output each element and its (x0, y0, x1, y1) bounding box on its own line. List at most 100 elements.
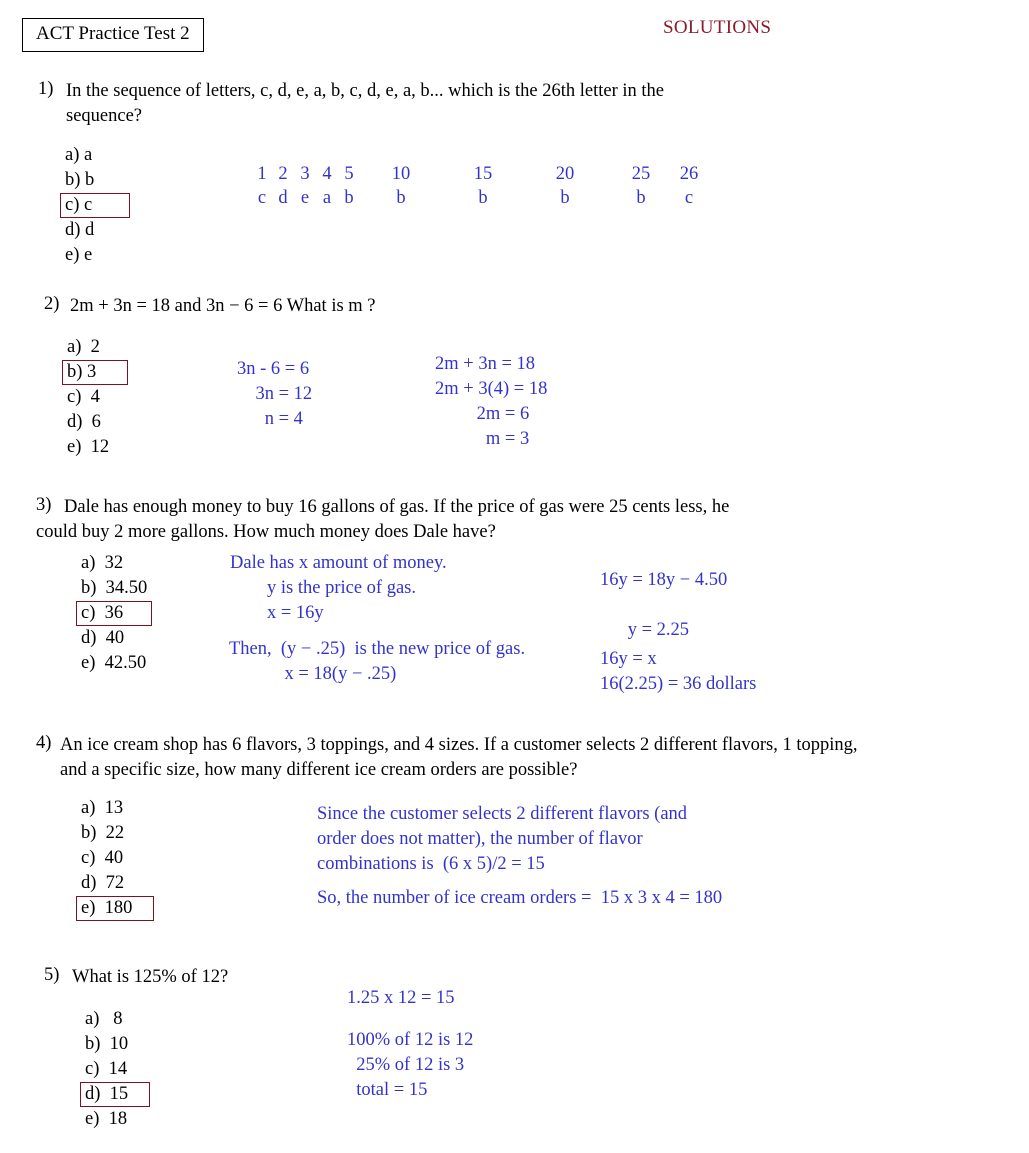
choice-4b-value: 22 (105, 823, 125, 843)
question-3-work-right-bottom: 16y = x 16(2.25) = 36 dollars (600, 649, 757, 694)
choice-3c-value: 36 (104, 603, 124, 623)
choice-4a-label: a) (81, 798, 96, 818)
choice-4e-selected[interactable]: e) 180 (76, 896, 154, 921)
question-1-work-grid: 1 2 3 4 5 10 15 20 25 26 cdeabbbbbc (252, 162, 702, 211)
choice-2a[interactable]: a) 2 (62, 335, 128, 360)
choice-4a-value: 13 (104, 798, 124, 818)
seq-pos-10: 10 (391, 164, 411, 184)
choice-2c[interactable]: c) 4 (62, 385, 128, 410)
question-3-text-line1: Dale has enough money to buy 16 gallons … (64, 497, 730, 517)
question-1-text-line1: In the sequence of letters, c, d, e, a, … (66, 81, 664, 101)
work-grid-letters-row: cdeabbbbbc (252, 186, 702, 210)
choice-3a[interactable]: a) 32 (76, 551, 152, 576)
choice-3e[interactable]: e) 42.50 (76, 651, 152, 676)
seq-pos-2: 2 (278, 164, 288, 184)
seq-pos-4: 4 (322, 164, 332, 184)
choice-4c-value: 40 (104, 848, 124, 868)
choice-2c-label: c) (67, 387, 82, 407)
choice-1a-label: a) (65, 145, 80, 165)
choice-1c-selected[interactable]: c) c (60, 193, 130, 218)
choice-1b[interactable]: b) b (60, 168, 130, 193)
choice-2e[interactable]: e) 12 (62, 435, 128, 460)
choice-5e[interactable]: e) 18 (80, 1107, 150, 1132)
choice-2b-selected[interactable]: b) 3 (62, 360, 128, 385)
seq-letter-15: b (478, 188, 488, 209)
choice-2c-value: 4 (90, 387, 100, 407)
seq-letter-3: e (300, 188, 310, 209)
choice-4a[interactable]: a) 13 (76, 796, 154, 821)
question-5-work-top: 1.25 x 12 = 15 (347, 988, 455, 1008)
choice-5a-value: 8 (113, 1009, 123, 1029)
choice-1d[interactable]: d) d (60, 218, 130, 243)
choice-4d[interactable]: d) 72 (76, 871, 154, 896)
question-4-text-line2: and a specific size, how many different … (60, 759, 578, 780)
question-3-text: Dale has enough money to buy 16 gallons … (36, 495, 826, 545)
choice-5c[interactable]: c) 14 (80, 1057, 150, 1082)
choice-1b-value: b (85, 170, 95, 190)
choice-2d-label: d) (67, 412, 83, 432)
seq-letter-25: b (636, 188, 646, 209)
choice-4c-label: c) (81, 848, 96, 868)
choice-5d-value: 15 (109, 1084, 129, 1104)
question-4-text: An ice cream shop has 6 flavors, 3 toppi… (60, 733, 1020, 783)
choice-1a-value: a (84, 145, 93, 165)
question-1-text: In the sequence of letters, c, d, e, a, … (66, 79, 766, 129)
seq-letter-1: c (257, 188, 267, 209)
choice-2d[interactable]: d) 6 (62, 410, 128, 435)
choice-4e-label: e) (81, 898, 96, 918)
choice-3d-value: 40 (105, 628, 125, 648)
choice-1e-label: e) (65, 245, 80, 265)
question-2-text: 2m + 3n = 18 and 3n − 6 = 6 What is m ? (70, 294, 770, 319)
worksheet-page: ACT Practice Test 2 SOLUTIONS 1) In the … (0, 0, 1029, 1153)
question-2-work-left: 3n - 6 = 6 3n = 12 n = 4 (237, 359, 313, 429)
question-3-choices: a) 32 b) 34.50 c) 36 d) 40 e) 42.50 (76, 551, 152, 676)
choice-4b[interactable]: b) 22 (76, 821, 154, 846)
choice-2a-label: a) (67, 337, 82, 357)
choice-2b-value: 3 (87, 362, 97, 382)
choice-1a[interactable]: a) a (60, 143, 130, 168)
seq-letter-20: b (560, 188, 570, 209)
page-title: ACT Practice Test 2 (22, 18, 204, 52)
question-5-choices: a) 8 b) 10 c) 14 d) 15 e) 18 (80, 1007, 150, 1132)
choice-3e-label: e) (81, 653, 96, 673)
seq-pos-1: 1 (257, 164, 267, 184)
choice-3b-label: b) (81, 578, 97, 598)
choice-5d-selected[interactable]: d) 15 (80, 1082, 150, 1107)
choice-3c-label: c) (81, 603, 96, 623)
seq-pos-15: 15 (473, 164, 493, 184)
seq-pos-20: 20 (555, 164, 575, 184)
question-4-number: 4) (36, 733, 52, 753)
choice-3b[interactable]: b) 34.50 (76, 576, 152, 601)
question-5-work-bottom: 100% of 12 is 12 25% of 12 is 3 total = … (347, 1030, 474, 1100)
seq-letter-4: a (322, 188, 332, 209)
seq-letter-10: b (396, 188, 406, 209)
choice-5c-label: c) (85, 1059, 100, 1079)
choice-2d-value: 6 (91, 412, 101, 432)
choice-4c[interactable]: c) 40 (76, 846, 154, 871)
choice-4d-value: 72 (105, 873, 125, 893)
choice-3a-label: a) (81, 553, 96, 573)
question-3-work-right-top: 16y = 18y − 4.50 y = 2.25 (600, 570, 728, 640)
choice-4e-value: 180 (104, 898, 133, 918)
choice-5b-label: b) (85, 1034, 101, 1054)
choice-1c-value: c (84, 195, 93, 215)
question-3-work-mid-top: Dale has x amount of money. y is the pri… (230, 553, 447, 623)
choice-2a-value: 2 (90, 337, 100, 357)
question-1-text-line2: sequence? (66, 105, 143, 126)
work-grid-positions-row: 1 2 3 4 5 10 15 20 25 26 (252, 162, 702, 186)
question-4-text-line1: An ice cream shop has 6 flavors, 3 toppi… (60, 735, 858, 755)
choice-5d-label: d) (85, 1084, 101, 1104)
seq-letter-5: b (344, 188, 354, 209)
choice-5a-label: a) (85, 1009, 100, 1029)
seq-letter-26: c (684, 188, 694, 209)
seq-letter-2: d (278, 188, 288, 209)
choice-1c-label: c) (65, 195, 80, 215)
choice-5c-value: 14 (108, 1059, 128, 1079)
choice-1e[interactable]: e) e (60, 243, 130, 268)
choice-3c-selected[interactable]: c) 36 (76, 601, 152, 626)
seq-pos-25: 25 (631, 164, 651, 184)
choice-5b[interactable]: b) 10 (80, 1032, 150, 1057)
choice-3d[interactable]: d) 40 (76, 626, 152, 651)
choice-5a[interactable]: a) 8 (80, 1007, 150, 1032)
choice-3b-value: 34.50 (105, 578, 148, 598)
